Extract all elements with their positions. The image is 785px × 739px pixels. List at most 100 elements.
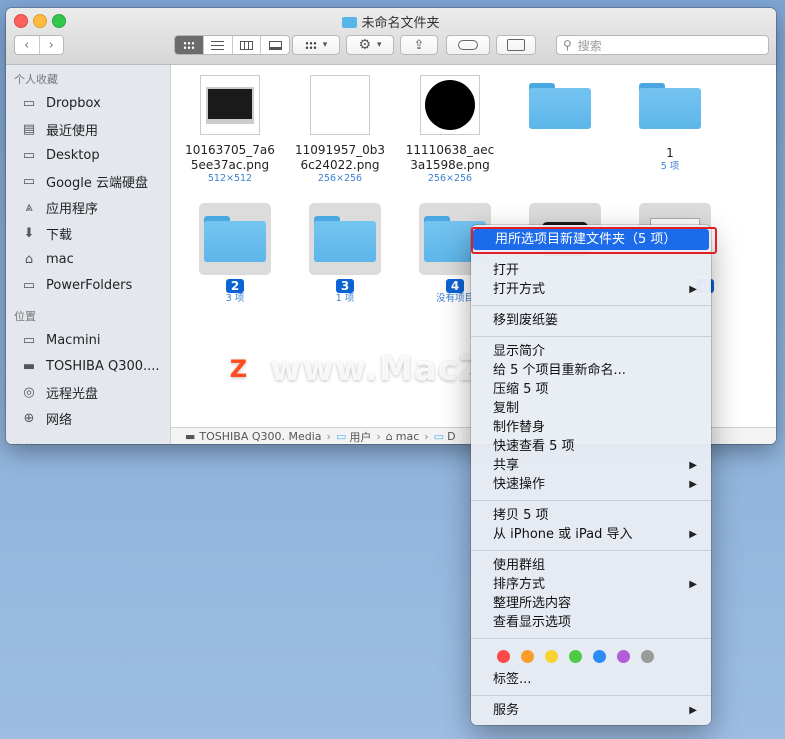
- menu-item-show-view-options[interactable]: 查看显示选项: [471, 613, 711, 632]
- group-icon: [304, 40, 317, 50]
- menu-item-use-groups[interactable]: 使用群组: [471, 556, 711, 575]
- apple-circle-icon: [420, 75, 480, 135]
- menu-item-tags[interactable]: 标签...: [471, 670, 711, 689]
- sidebar: 个人收藏 ▭ Dropbox ▤ 最近使用 ▭ Desktop ▭ Google 云端硬…: [6, 65, 171, 444]
- sidebar-item-network[interactable]: ⊕ 网络: [6, 405, 170, 431]
- menu-item-sort-by[interactable]: 排序方式 ▶: [471, 575, 711, 594]
- search-field[interactable]: ⚲ 搜索: [556, 35, 769, 55]
- menu-item-copy[interactable]: 拷贝 5 项: [471, 506, 711, 525]
- path-item[interactable]: D: [447, 430, 455, 443]
- file-item[interactable]: 11110638_aec3a1598e.png 256×256: [400, 75, 500, 185]
- sidebar-item-macmini[interactable]: ▭ Macmini: [6, 327, 170, 353]
- folder-item[interactable]: [510, 83, 610, 137]
- back-forward-buttons: ‹ ›: [14, 35, 64, 55]
- folder-icon: [639, 83, 701, 129]
- submenu-arrow-icon: ▶: [689, 705, 697, 716]
- tag-color-red[interactable]: [497, 650, 510, 663]
- chevron-down-icon: ▾: [322, 40, 328, 50]
- submenu-arrow-icon: ▶: [689, 460, 697, 471]
- title-bar: 未命名文件夹 ‹ › ▾ ⚙ ▾ ⇪ ⚲ 搜索: [6, 8, 776, 65]
- new-folder-button[interactable]: [496, 35, 536, 55]
- sidebar-locations-header: 位置: [14, 310, 36, 323]
- menu-item-share[interactable]: 共享 ▶: [471, 456, 711, 475]
- tag-color-green[interactable]: [569, 650, 582, 663]
- sidebar-item-recents[interactable]: ▤ 最近使用: [6, 116, 170, 142]
- tag-color-orange[interactable]: [521, 650, 534, 663]
- share-button[interactable]: ⇪: [400, 35, 438, 55]
- list-view-button[interactable]: [204, 36, 233, 54]
- menu-item-move-to-trash[interactable]: 移到废纸篓: [471, 311, 711, 330]
- chevron-left-icon: ‹: [24, 37, 30, 53]
- action-button[interactable]: ⚙ ▾: [346, 35, 394, 55]
- menu-separator: [471, 305, 711, 306]
- menu-item-open-with[interactable]: 打开方式 ▶: [471, 280, 711, 299]
- menu-separator: [471, 695, 711, 696]
- tags-button[interactable]: [446, 35, 490, 55]
- share-icon: ⇪: [413, 37, 425, 53]
- view-mode-switcher: [174, 35, 290, 55]
- menu-item-duplicate[interactable]: 复制: [471, 399, 711, 418]
- imac-image-icon: [200, 75, 260, 135]
- file-item[interactable]: 11091957_0b36c24022.png 256×256: [290, 75, 390, 185]
- group-by-button[interactable]: ▾: [292, 35, 340, 55]
- sidebar-item-home[interactable]: ⌂ mac: [6, 246, 170, 272]
- forward-button[interactable]: ›: [40, 36, 64, 54]
- sidebar-item-applications[interactable]: ⩓ 应用程序: [6, 194, 170, 220]
- menu-item-clean-up-selection[interactable]: 整理所选内容: [471, 594, 711, 613]
- home-icon: ⌂: [24, 251, 34, 267]
- file-name: 11091957_0b36c24022.png: [295, 143, 385, 172]
- menu-item-compress[interactable]: 压缩 5 项: [471, 380, 711, 399]
- tag-color-gray[interactable]: [641, 650, 654, 663]
- path-item[interactable]: 用户: [349, 429, 371, 445]
- menu-item-make-alias[interactable]: 制作替身: [471, 418, 711, 437]
- sidebar-item-desktop[interactable]: ▭ Desktop: [6, 142, 170, 168]
- selected-folder-item[interactable]: 3 1 项: [295, 203, 395, 305]
- sidebar-item-dropbox[interactable]: ▭ Dropbox: [6, 90, 170, 116]
- gallery-icon: [268, 40, 282, 50]
- tag-color-purple[interactable]: [617, 650, 630, 663]
- menu-item-import-from-iphone[interactable]: 从 iPhone 或 iPad 导入 ▶: [471, 525, 711, 544]
- back-button[interactable]: ‹: [15, 36, 40, 54]
- tag-color-yellow[interactable]: [545, 650, 558, 663]
- tag-color-blue[interactable]: [593, 650, 606, 663]
- menu-item-quick-actions[interactable]: 快速操作 ▶: [471, 475, 711, 494]
- search-icon: ⚲: [563, 38, 572, 52]
- gallery-view-button[interactable]: [261, 36, 289, 54]
- submenu-arrow-icon: ▶: [689, 579, 697, 590]
- icon-grid-icon: [182, 40, 195, 50]
- chevron-right-icon: ›: [48, 37, 54, 53]
- menu-item-quick-look[interactable]: 快速查看 5 项: [471, 437, 711, 456]
- path-item[interactable]: TOSHIBA Q300. Media: [199, 430, 321, 443]
- file-name: 10163705_7a65ee37ac.png: [185, 143, 275, 172]
- menu-item-open[interactable]: 打开: [471, 261, 711, 280]
- folder-icon: [529, 83, 591, 129]
- submenu-arrow-icon: ▶: [689, 284, 697, 295]
- file-item[interactable]: 10163705_7a65ee37ac.png 512×512: [180, 75, 280, 185]
- folder-icon: ▭: [22, 147, 36, 163]
- drive-icon: ▬: [22, 358, 36, 374]
- column-view-button[interactable]: [233, 36, 262, 54]
- folder-icon: [342, 17, 358, 28]
- menu-item-get-info[interactable]: 显示简介: [471, 342, 711, 361]
- menu-item-services[interactable]: 服务 ▶: [471, 701, 711, 720]
- recent-icon: ▤: [22, 121, 36, 137]
- drive-icon: ▬: [185, 430, 196, 443]
- sidebar-item-remote-disc[interactable]: ◎ 远程光盘: [6, 379, 170, 405]
- sidebar-item-toshiba[interactable]: ▬ TOSHIBA Q300....: [6, 353, 170, 379]
- sidebar-item-powerfolders[interactable]: ▭ PowerFolders: [6, 272, 170, 298]
- file-meta: 3 项: [225, 293, 245, 304]
- chevron-down-icon: ▾: [377, 40, 382, 50]
- folder-icon: ▭: [22, 95, 36, 111]
- path-item[interactable]: mac: [396, 430, 420, 443]
- menu-item-rename[interactable]: 给 5 个项目重新命名...: [471, 361, 711, 380]
- selected-folder-item[interactable]: 2 3 项: [185, 203, 285, 305]
- sidebar-favorites-header: 个人收藏: [14, 73, 58, 86]
- columns-icon: [239, 40, 253, 50]
- file-meta: 1 项: [335, 293, 355, 304]
- folder-item[interactable]: 1 5 项: [620, 83, 720, 173]
- sidebar-item-google-drive[interactable]: ▭ Google 云端硬盘: [6, 168, 170, 194]
- sidebar-item-downloads[interactable]: ⬇ 下载: [6, 220, 170, 246]
- folder-name-badge: 4: [445, 279, 465, 293]
- icon-view-button[interactable]: [175, 36, 204, 54]
- file-name: 11110638_aec3a1598e.png: [405, 143, 495, 172]
